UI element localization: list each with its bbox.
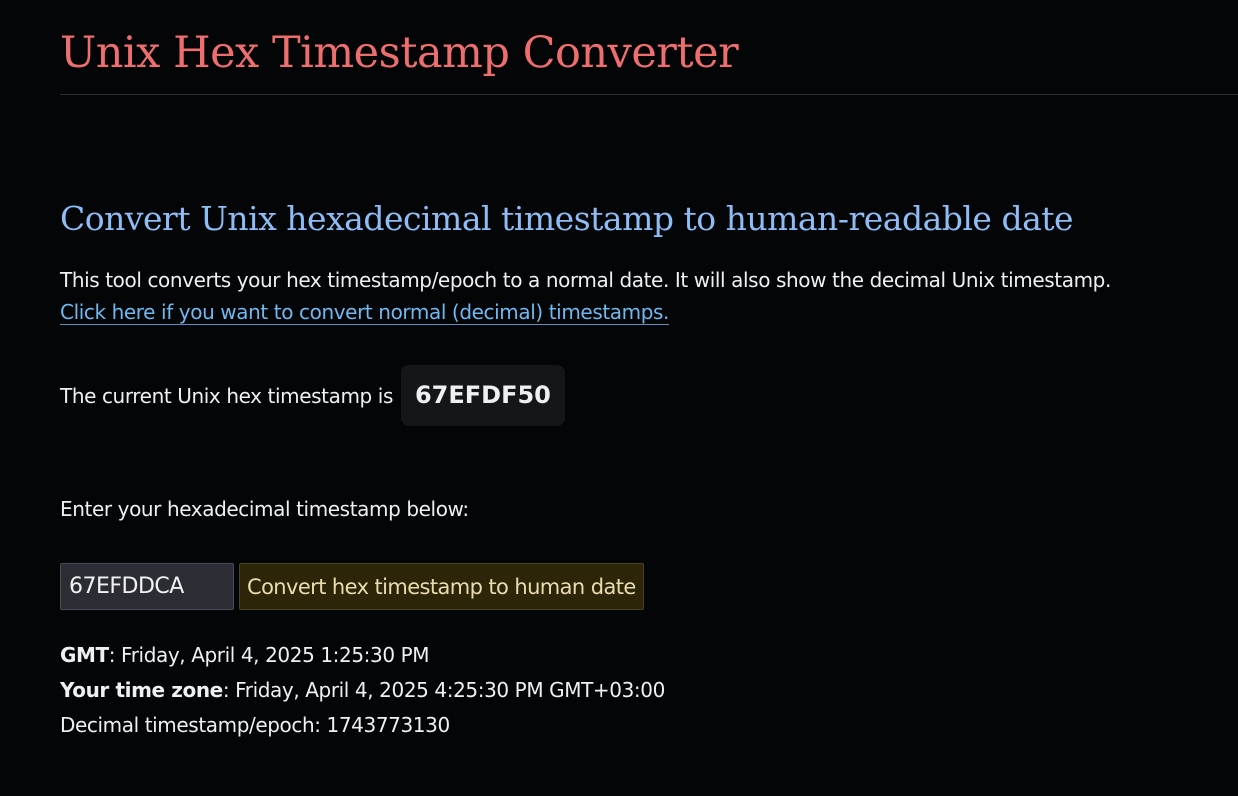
intro-paragraph: This tool converts your hex timestamp/ep… xyxy=(60,264,1111,328)
gmt-result: GMT: Friday, April 4, 2025 1:25:30 PM xyxy=(60,638,665,673)
intro-text: This tool converts your hex timestamp/ep… xyxy=(60,268,1111,292)
timezone-result: Your time zone: Friday, April 4, 2025 4:… xyxy=(60,673,665,708)
decimal-converter-link[interactable]: Click here if you want to convert normal… xyxy=(60,300,669,325)
gmt-label: GMT xyxy=(60,643,109,667)
timezone-value: : Friday, April 4, 2025 4:25:30 PM GMT+0… xyxy=(222,678,665,702)
current-timestamp-row: The current Unix hex timestamp is 67EFDF… xyxy=(60,365,565,426)
convert-form: Convert hex timestamp to human date xyxy=(60,563,644,610)
current-timestamp-value: 67EFDF50 xyxy=(400,365,565,426)
conversion-results: GMT: Friday, April 4, 2025 1:25:30 PM Yo… xyxy=(60,638,665,743)
enter-timestamp-label: Enter your hexadecimal timestamp below: xyxy=(60,497,469,521)
decimal-result: Decimal timestamp/epoch: 1743773130 xyxy=(60,713,450,737)
hex-timestamp-input[interactable] xyxy=(60,563,234,610)
site-title: Unix Hex Timestamp Converter xyxy=(60,0,1238,95)
section-heading: Convert Unix hexadecimal timestamp to hu… xyxy=(60,199,1074,238)
timezone-label: Your time zone xyxy=(60,678,223,702)
page-content: Unix Hex Timestamp Converter Convert Uni… xyxy=(60,0,1238,737)
current-timestamp-label: The current Unix hex timestamp is xyxy=(60,383,393,408)
convert-button[interactable]: Convert hex timestamp to human date xyxy=(239,563,644,610)
gmt-value: : Friday, April 4, 2025 1:25:30 PM xyxy=(108,643,430,667)
